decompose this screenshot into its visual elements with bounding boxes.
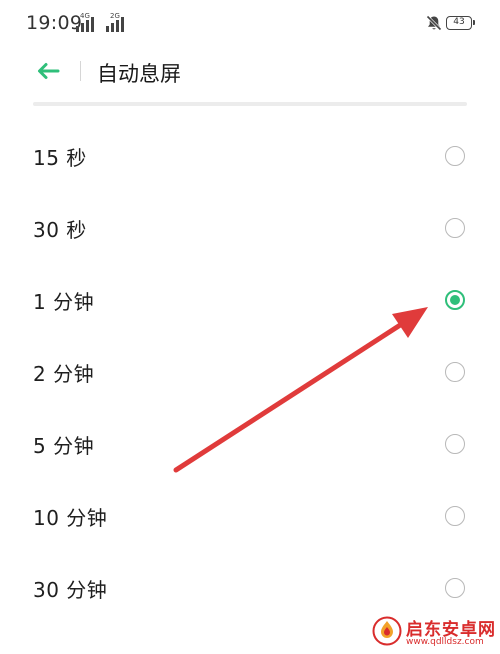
arrow-left-icon — [38, 63, 60, 79]
radio-button[interactable] — [445, 506, 465, 526]
option-label: 30 分钟 — [33, 578, 108, 602]
radio-button-selected[interactable] — [445, 290, 465, 310]
battery-level: 43 — [453, 17, 465, 27]
option-30-seconds[interactable]: 30 秒 — [0, 192, 500, 264]
back-button[interactable] — [30, 56, 66, 86]
signal-icon: 4G — [76, 12, 102, 32]
option-1-minute[interactable]: 1 分钟 — [0, 264, 500, 336]
option-label: 10 分钟 — [33, 506, 108, 530]
option-15-seconds[interactable]: 15 秒 — [0, 120, 500, 192]
option-label: 30 秒 — [33, 218, 87, 242]
radio-button[interactable] — [445, 362, 465, 382]
header: 自动息屏 — [0, 46, 500, 102]
header-divider — [33, 102, 467, 106]
signal-icon: 2G — [106, 12, 132, 32]
mute-icon — [426, 15, 442, 31]
watermark: 启东安卓网 www.qdlldsz.com — [372, 612, 500, 654]
page-title: 自动息屏 — [97, 62, 181, 86]
header-separator — [80, 61, 81, 81]
battery-icon: 43 — [446, 16, 475, 30]
option-10-minutes[interactable]: 10 分钟 — [0, 480, 500, 552]
option-label: 5 分钟 — [33, 434, 95, 458]
radio-button[interactable] — [445, 146, 465, 166]
screen: 19:09 4G 2G 43 自动息屏 15 秒 30 秒 1 分钟 2 分钟 … — [0, 0, 500, 654]
option-label: 1 分钟 — [33, 290, 95, 314]
radio-button[interactable] — [445, 218, 465, 238]
option-label: 15 秒 — [33, 146, 87, 170]
status-bar: 19:09 4G 2G 43 — [0, 0, 500, 46]
option-2-minutes[interactable]: 2 分钟 — [0, 336, 500, 408]
watermark-url: www.qdlldsz.com — [406, 637, 484, 647]
radio-button[interactable] — [445, 578, 465, 598]
option-5-minutes[interactable]: 5 分钟 — [0, 408, 500, 480]
watermark-logo-icon — [372, 616, 402, 646]
radio-button[interactable] — [445, 434, 465, 454]
option-label: 2 分钟 — [33, 362, 95, 386]
status-time: 19:09 — [26, 12, 83, 34]
